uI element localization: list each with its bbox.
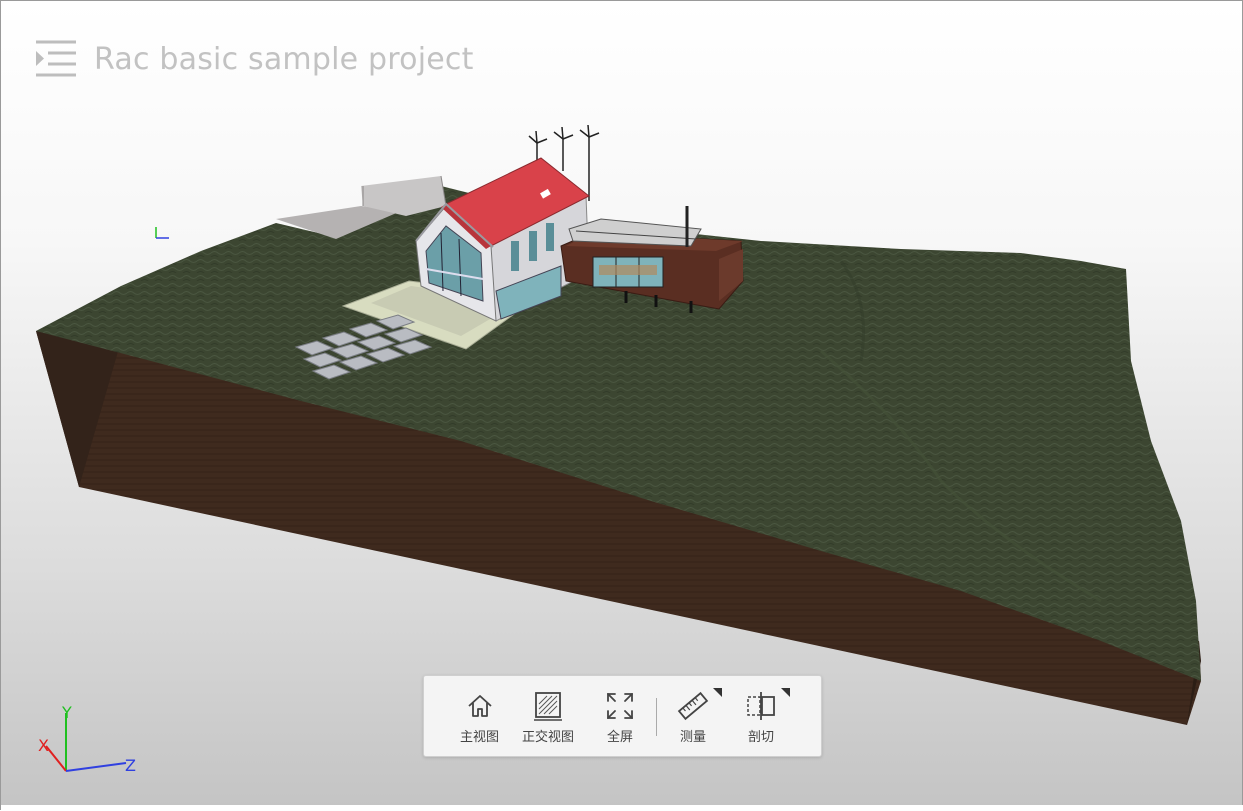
bottom-strip (1, 805, 1243, 811)
project-title: Rac basic sample project (94, 41, 474, 77)
title-bar: Rac basic sample project (34, 39, 474, 79)
viewer-toolbar: 主视图 正交视图 全屏 测量 剖切 (423, 675, 822, 757)
measure-dropdown-indicator[interactable] (713, 688, 722, 697)
axis-gizmo: Y X Z (38, 703, 136, 775)
menu-toggle-icon[interactable] (34, 39, 78, 79)
ortho-view-icon (534, 692, 562, 721)
ortho-view-button[interactable]: 正交视图 (522, 690, 574, 746)
home-view-label: 主视图 (460, 730, 500, 745)
home-icon (467, 695, 492, 717)
fullscreen-button[interactable]: 全屏 (604, 690, 636, 746)
model-origin-marker (155, 227, 169, 239)
ortho-view-label: 正交视图 (522, 730, 575, 745)
x-axis-label: X (38, 736, 49, 755)
home-view-button[interactable]: 主视图 (460, 690, 499, 746)
toolbar-separator (656, 698, 657, 736)
measure-button[interactable]: 测量 (677, 690, 709, 746)
z-axis-line (65, 762, 127, 772)
section-button[interactable]: 剖切 (745, 690, 777, 746)
ruler-icon (677, 691, 709, 721)
z-axis-label: Z (125, 756, 136, 775)
x-axis-line (45, 745, 67, 772)
3d-viewport[interactable]: Rac basic sample project Y X Z 主视图 正交视图 … (0, 0, 1243, 811)
section-dropdown-indicator[interactable] (781, 688, 790, 697)
y-axis-label: Y (61, 703, 72, 722)
fullscreen-label: 全屏 (606, 730, 633, 745)
section-label: 剖切 (747, 730, 774, 745)
measure-label: 测量 (679, 730, 706, 745)
section-cut-icon (747, 692, 775, 720)
fullscreen-icon (607, 693, 633, 719)
